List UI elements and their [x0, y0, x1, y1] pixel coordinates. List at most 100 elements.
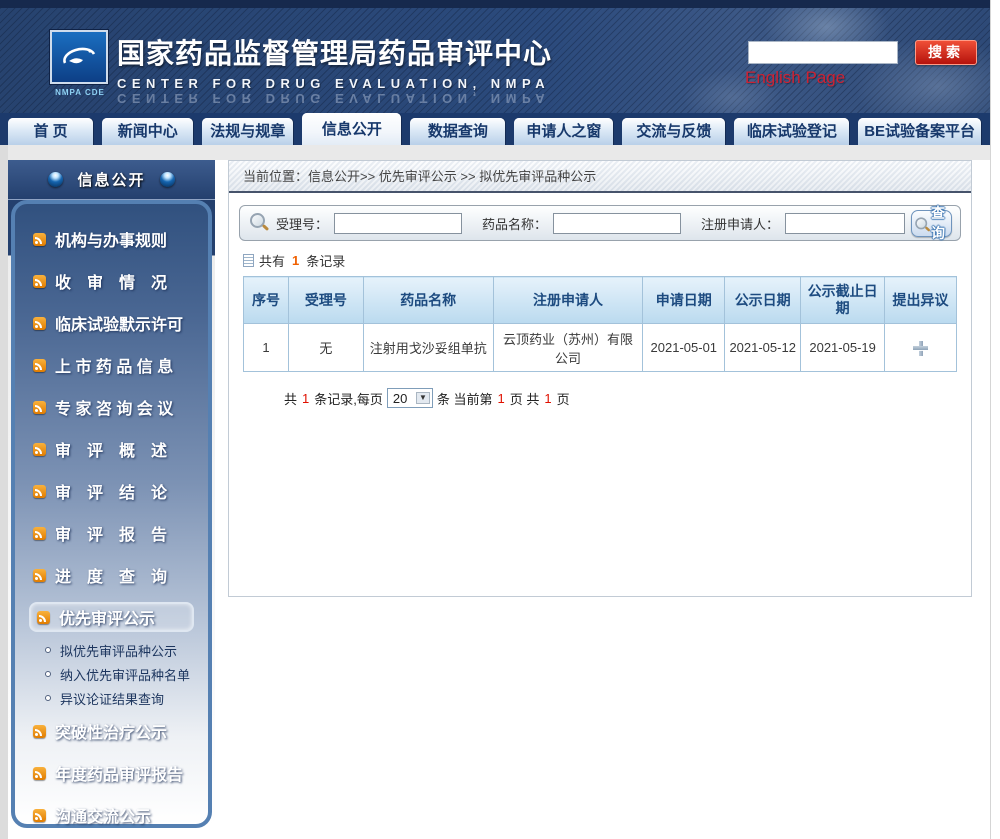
header-search: 搜索 [748, 40, 977, 65]
sidebar-subitem-objection-result-query[interactable]: 异议论证结果查询 [15, 686, 208, 710]
header-search-button[interactable]: 搜索 [915, 40, 977, 65]
site-title-cn: 国家药品监督管理局药品审评中心 [117, 38, 553, 69]
tab-regulations[interactable]: 法规与规章 [202, 118, 294, 145]
table-header-row: 序号 受理号 药品名称 注册申请人 申请日期 公示日期 公示截止日期 提出异议 [243, 276, 957, 324]
applicant-input[interactable] [785, 212, 906, 234]
cell-applicant: 云顶药业（苏州）有限公司 [492, 323, 644, 372]
search-panel: 受理号： 药品名称： 注册申请人： 查询 [239, 205, 961, 241]
main-navbar: 首 页 新闻中心 法规与规章 信息公开 数据查询 申请人之窗 交流与反馈 临床试… [0, 113, 990, 145]
sidebar-item-communication-disclosure[interactable]: 沟通交流公示 [15, 794, 208, 836]
sidebar-item-priority-review[interactable]: 优先审评公示 [29, 602, 194, 632]
sidebar-item-review-conclusion[interactable]: 审 评 结 论 [15, 470, 208, 512]
sphere-icon [48, 172, 64, 187]
rss-icon [33, 808, 46, 822]
rss-icon [33, 484, 46, 498]
main-content: 当前位置：信息公开>> 优先审评公示 >> 拟优先审评品种公示 受理号： 药品名… [228, 160, 972, 597]
acceptance-no-input[interactable] [334, 212, 463, 234]
sidebar-title: 信息公开 [77, 172, 146, 189]
tab-home[interactable]: 首 页 [8, 118, 94, 145]
tab-information-disclosure[interactable]: 信息公开 [302, 113, 402, 145]
left-margin-strip [0, 145, 8, 839]
right-gutter [990, 0, 1000, 839]
add-objection-icon[interactable] [913, 340, 929, 356]
sidebar-item-review-overview[interactable]: 审 评 概 述 [15, 428, 208, 470]
rss-icon [33, 232, 46, 246]
header-search-input[interactable] [748, 41, 898, 64]
breadcrumb: 当前位置：信息公开>> 优先审评公示 >> 拟优先审评品种公示 [229, 161, 971, 193]
cell-publish-end-date: 2021-05-19 [800, 323, 886, 372]
sidebar-item-acceptance-review[interactable]: 收 审 情 况 [15, 260, 208, 302]
records-count: 1 [292, 253, 300, 268]
magnifier-icon [914, 217, 928, 230]
sidebar-item-expert-consultation[interactable]: 专 家 咨 询 会 议 [15, 386, 208, 428]
site-titles: 国家药品监督管理局药品审评中心 CENTER FOR DRUG EVALUATI… [117, 32, 552, 106]
query-button[interactable]: 查询 [911, 205, 952, 241]
col-publish-date: 公示日期 [724, 276, 802, 324]
sidebar-subitem-proposed-priority-review[interactable]: 拟优先审评品种公示 [15, 638, 208, 662]
rss-icon [33, 400, 46, 414]
site-logo[interactable]: NMPA CDE [49, 29, 110, 104]
col-apply-date: 申请日期 [642, 276, 726, 324]
pagination-total-records: 1 [302, 390, 310, 406]
rss-icon [33, 442, 46, 456]
site-title-en: CENTER FOR DRUG EVALUATION, NMPA [117, 76, 551, 91]
sidebar-item-review-report[interactable]: 审 评 报 告 [15, 512, 208, 554]
rss-icon [33, 724, 46, 738]
sphere-icon [159, 172, 175, 187]
logo-icon [49, 29, 109, 85]
sidebar-item-organization[interactable]: 机构与办事规则 [15, 218, 208, 260]
rss-icon [33, 526, 46, 540]
col-acceptance-no: 受理号 [287, 276, 364, 324]
rss-icon [33, 766, 46, 780]
col-publish-end-date: 公示截止日期 [800, 276, 886, 324]
sidebar-item-progress-query[interactable]: 进 度 查 询 [15, 554, 208, 596]
page: NMPA CDE 国家药品监督管理局药品审评中心 CENTER FOR DRUG… [0, 0, 1000, 839]
acceptance-no-label: 受理号： [276, 216, 329, 232]
drug-name-input[interactable] [553, 212, 682, 234]
rss-icon [37, 610, 50, 624]
tab-be-platform[interactable]: BE试验备案平台 [858, 118, 982, 145]
page-size-select[interactable]: 20 ▼ [386, 388, 433, 408]
sidebar-item-clinical-trial-implied-license[interactable]: 临床试验默示许可 [15, 302, 208, 344]
results-table: 序号 受理号 药品名称 注册申请人 申请日期 公示日期 公示截止日期 提出异议 … [243, 276, 957, 372]
col-raise-objection: 提出异议 [884, 276, 957, 324]
sidebar: 信息公开 机构与办事规则 收 审 情 况 临床试验默示许可 上 市 药 品 信 … [8, 160, 215, 832]
bullet-icon [45, 695, 51, 701]
bullet-icon [45, 647, 51, 653]
bullet-icon [45, 671, 51, 677]
cell-acceptance-no: 无 [287, 323, 364, 372]
sidebar-item-marketed-drug-info[interactable]: 上 市 药 品 信 息 [15, 344, 208, 386]
rss-icon [33, 568, 46, 582]
sidebar-item-breakthrough-therapy[interactable]: 突破性治疗公示 [15, 710, 208, 752]
site-title-en-reflection: CENTER FOR DRUG EVALUATION, NMPA [117, 91, 551, 106]
magnifier-icon [248, 212, 270, 234]
col-drug-name: 药品名称 [362, 276, 494, 324]
pagination: 共 1 条记录,每页 20 ▼ 条 当前第 1 页 共 1 页 [284, 388, 971, 408]
nav-tabs: 首 页 新闻中心 法规与规章 信息公开 数据查询 申请人之窗 交流与反馈 临床试… [0, 113, 990, 145]
rss-icon [33, 316, 46, 330]
records-count-line: 共有 1 条记录 [243, 251, 971, 270]
tab-clinical-trial-registry[interactable]: 临床试验登记 [734, 118, 850, 145]
tab-applicant-window[interactable]: 申请人之窗 [514, 118, 614, 145]
tab-news[interactable]: 新闻中心 [102, 118, 194, 145]
english-page-link[interactable]: English Page [745, 68, 845, 88]
cell-publish-date: 2021-05-12 [724, 323, 802, 372]
chevron-down-icon: ▼ [415, 392, 430, 404]
sidebar-menu: 机构与办事规则 收 审 情 况 临床试验默示许可 上 市 药 品 信 息 专 家… [11, 200, 212, 828]
pagination-current-page: 1 [497, 390, 505, 406]
cell-seq: 1 [243, 323, 289, 372]
subnav-strip [0, 145, 990, 160]
col-seq: 序号 [243, 276, 289, 324]
drug-name-label: 药品名称： [482, 216, 548, 232]
rss-icon [33, 274, 46, 288]
tab-feedback[interactable]: 交流与反馈 [622, 118, 726, 145]
table-row: 1 无 注射用戈沙妥组单抗 云顶药业（苏州）有限公司 2021-05-01 20… [243, 323, 957, 372]
sidebar-item-annual-review-report[interactable]: 年度药品审评报告 [15, 752, 208, 794]
sidebar-subitem-included-priority-list[interactable]: 纳入优先审评品种名单 [15, 662, 208, 686]
tab-data-query[interactable]: 数据查询 [410, 118, 506, 145]
rss-icon [33, 358, 46, 372]
cell-drug-name: 注射用戈沙妥组单抗 [362, 323, 494, 372]
applicant-label: 注册申请人： [701, 216, 780, 232]
list-icon [243, 254, 254, 267]
logo-caption: NMPA CDE [55, 88, 105, 97]
